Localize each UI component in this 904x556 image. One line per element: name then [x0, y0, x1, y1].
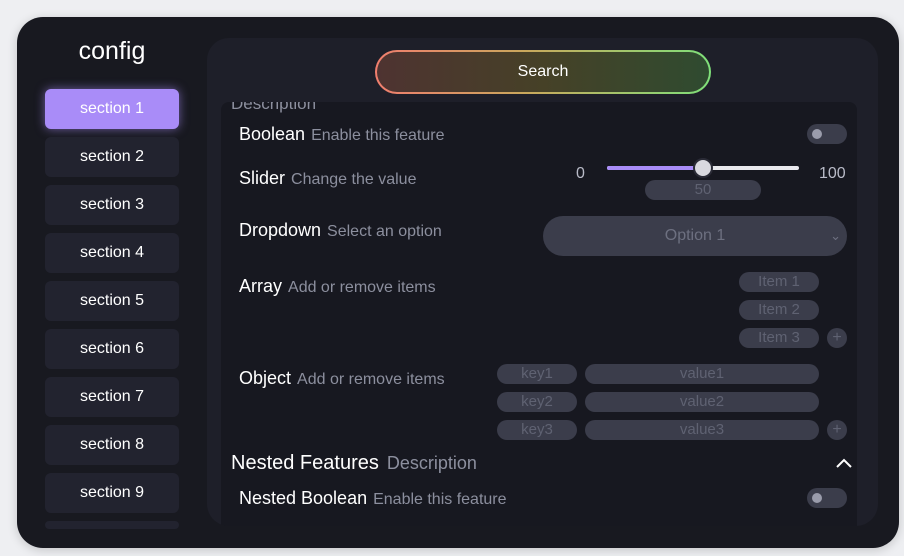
config-window: config section 1 section 2 section 3 sec… — [17, 17, 899, 548]
array-label: Array — [239, 276, 283, 296]
object-label: Object — [239, 368, 292, 388]
object-key-input[interactable]: key2 — [497, 392, 577, 412]
slider-fill — [607, 166, 703, 170]
slider-track[interactable] — [607, 158, 799, 178]
object-row: Object Add or remove items — [239, 368, 445, 389]
boolean-row: Boolean Enable this feature — [239, 124, 444, 145]
nested-boolean-toggle[interactable] — [807, 488, 847, 508]
slider-min: 0 — [576, 165, 585, 182]
nested-features-title: Nested Features — [231, 452, 379, 474]
array-item-input[interactable]: Item 1 — [739, 272, 819, 292]
nested-features-description: Description — [386, 453, 477, 473]
dropdown-description: Select an option — [327, 223, 442, 240]
sidebar-item-section-7[interactable]: section 7 — [45, 377, 179, 417]
sidebar-item-section-6[interactable]: section 6 — [45, 329, 179, 369]
toggle-knob — [812, 493, 822, 503]
object-key-input[interactable]: key3 — [497, 420, 577, 440]
object-value-input[interactable]: value3 — [585, 420, 819, 440]
dropdown-label: Dropdown — [239, 220, 322, 240]
toggle-knob — [812, 129, 822, 139]
slider-max: 100 — [819, 165, 846, 182]
sidebar-item-section-2[interactable]: section 2 — [45, 137, 179, 177]
slider-thumb[interactable] — [693, 158, 713, 178]
sidebar-item-section-9[interactable]: section 9 — [45, 473, 179, 513]
sidebar-item-section-8[interactable]: section 8 — [45, 425, 179, 465]
search-button[interactable]: Search — [375, 50, 711, 94]
chevron-up-icon[interactable] — [835, 456, 853, 470]
array-row: Array Add or remove items — [239, 276, 436, 297]
dropdown-select[interactable]: Option 1 ⌄ — [543, 216, 847, 256]
sidebar-item-section-3[interactable]: section 3 — [45, 185, 179, 225]
sidebar-item-section-4[interactable]: section 4 — [45, 233, 179, 273]
slider-description: Change the value — [291, 171, 417, 188]
boolean-label: Boolean — [239, 124, 306, 144]
add-object-entry-button[interactable]: + — [827, 420, 847, 440]
array-description: Add or remove items — [288, 279, 436, 296]
nested-features-header[interactable]: Nested Features Description — [231, 452, 477, 475]
array-item-input[interactable]: Item 2 — [739, 300, 819, 320]
settings-panel: Description Boolean Enable this feature S… — [221, 102, 857, 526]
object-value-input[interactable]: value2 — [585, 392, 819, 412]
boolean-description: Enable this feature — [311, 127, 445, 144]
search-label: Search — [377, 52, 709, 92]
plus-icon: + — [832, 421, 842, 438]
object-value-input[interactable]: value1 — [585, 364, 819, 384]
sidebar-item-section-5[interactable]: section 5 — [45, 281, 179, 321]
app-title: config — [78, 37, 146, 65]
dropdown-row: Dropdown Select an option — [239, 220, 442, 241]
slider-row: Slider Change the value — [239, 168, 416, 189]
main-content: Description Boolean Enable this feature S… — [207, 38, 878, 526]
plus-icon: + — [832, 329, 842, 346]
chevron-down-icon: ⌄ — [830, 228, 841, 243]
add-array-item-button[interactable]: + — [827, 328, 847, 348]
object-key-input[interactable]: key1 — [497, 364, 577, 384]
object-description: Add or remove items — [297, 371, 445, 388]
nested-boolean-description: Enable this feature — [373, 491, 507, 508]
section-description-partial: Description — [231, 102, 317, 113]
nested-boolean-label: Nested Boolean — [239, 488, 368, 508]
nested-boolean-row: Nested Boolean Enable this feature — [239, 488, 507, 509]
dropdown-selected-value: Option 1 — [664, 227, 726, 244]
sidebar-item-partial[interactable] — [45, 521, 179, 529]
slider-value-input[interactable]: 50 — [645, 180, 761, 200]
sidebar-item-section-1[interactable]: section 1 — [45, 89, 179, 129]
slider-label: Slider — [239, 168, 286, 188]
array-item-input[interactable]: Item 3 — [739, 328, 819, 348]
boolean-toggle[interactable] — [807, 124, 847, 144]
